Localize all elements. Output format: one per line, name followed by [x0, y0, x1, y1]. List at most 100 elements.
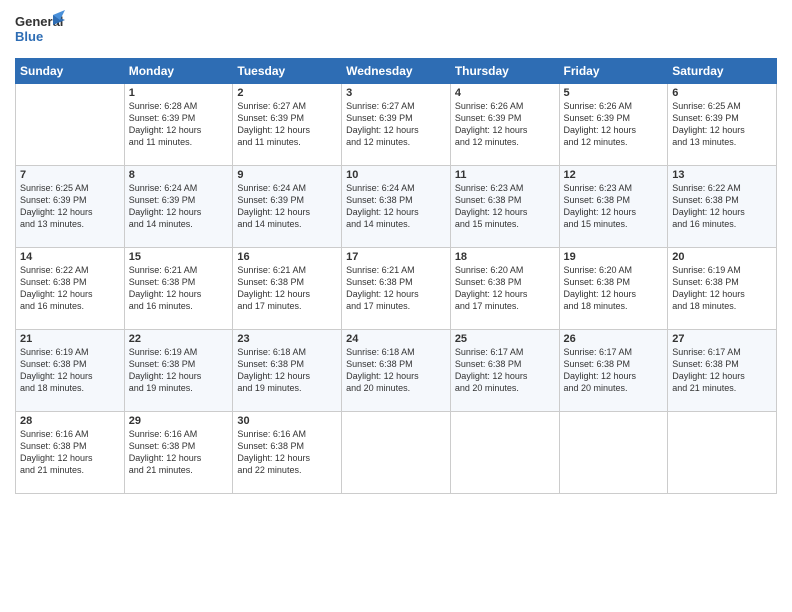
calendar-cell: 29Sunrise: 6:16 AM Sunset: 6:38 PM Dayli… [124, 412, 233, 494]
week-row-1: 1Sunrise: 6:28 AM Sunset: 6:39 PM Daylig… [16, 84, 777, 166]
day-number: 27 [672, 333, 772, 345]
calendar-cell: 18Sunrise: 6:20 AM Sunset: 6:38 PM Dayli… [450, 248, 559, 330]
day-info: Sunrise: 6:24 AM Sunset: 6:39 PM Dayligh… [129, 182, 229, 231]
day-info: Sunrise: 6:19 AM Sunset: 6:38 PM Dayligh… [20, 346, 120, 395]
calendar-cell: 25Sunrise: 6:17 AM Sunset: 6:38 PM Dayli… [450, 330, 559, 412]
day-number: 4 [455, 87, 555, 99]
day-number: 15 [129, 251, 229, 263]
calendar-cell: 3Sunrise: 6:27 AM Sunset: 6:39 PM Daylig… [342, 84, 451, 166]
calendar-cell: 30Sunrise: 6:16 AM Sunset: 6:38 PM Dayli… [233, 412, 342, 494]
day-number: 24 [346, 333, 446, 345]
svg-text:Blue: Blue [15, 29, 43, 44]
calendar-table: SundayMondayTuesdayWednesdayThursdayFrid… [15, 58, 777, 494]
page-header: General Blue [15, 10, 777, 50]
calendar-cell: 9Sunrise: 6:24 AM Sunset: 6:39 PM Daylig… [233, 166, 342, 248]
day-info: Sunrise: 6:26 AM Sunset: 6:39 PM Dayligh… [455, 100, 555, 149]
day-number: 25 [455, 333, 555, 345]
day-info: Sunrise: 6:20 AM Sunset: 6:38 PM Dayligh… [564, 264, 664, 313]
calendar-cell: 13Sunrise: 6:22 AM Sunset: 6:38 PM Dayli… [668, 166, 777, 248]
calendar-cell [450, 412, 559, 494]
header-row: SundayMondayTuesdayWednesdayThursdayFrid… [16, 59, 777, 84]
calendar-cell: 2Sunrise: 6:27 AM Sunset: 6:39 PM Daylig… [233, 84, 342, 166]
day-number: 16 [237, 251, 337, 263]
calendar-cell: 4Sunrise: 6:26 AM Sunset: 6:39 PM Daylig… [450, 84, 559, 166]
calendar-cell [559, 412, 668, 494]
day-header-tuesday: Tuesday [233, 59, 342, 84]
day-number: 13 [672, 169, 772, 181]
calendar-cell: 17Sunrise: 6:21 AM Sunset: 6:38 PM Dayli… [342, 248, 451, 330]
day-number: 1 [129, 87, 229, 99]
day-info: Sunrise: 6:22 AM Sunset: 6:38 PM Dayligh… [672, 182, 772, 231]
day-header-wednesday: Wednesday [342, 59, 451, 84]
day-number: 7 [20, 169, 120, 181]
day-info: Sunrise: 6:16 AM Sunset: 6:38 PM Dayligh… [237, 428, 337, 477]
calendar-cell: 16Sunrise: 6:21 AM Sunset: 6:38 PM Dayli… [233, 248, 342, 330]
day-info: Sunrise: 6:18 AM Sunset: 6:38 PM Dayligh… [237, 346, 337, 395]
day-number: 3 [346, 87, 446, 99]
day-info: Sunrise: 6:20 AM Sunset: 6:38 PM Dayligh… [455, 264, 555, 313]
day-info: Sunrise: 6:22 AM Sunset: 6:38 PM Dayligh… [20, 264, 120, 313]
week-row-4: 21Sunrise: 6:19 AM Sunset: 6:38 PM Dayli… [16, 330, 777, 412]
calendar-cell [16, 84, 125, 166]
day-header-monday: Monday [124, 59, 233, 84]
day-info: Sunrise: 6:18 AM Sunset: 6:38 PM Dayligh… [346, 346, 446, 395]
day-info: Sunrise: 6:23 AM Sunset: 6:38 PM Dayligh… [455, 182, 555, 231]
calendar-cell: 1Sunrise: 6:28 AM Sunset: 6:39 PM Daylig… [124, 84, 233, 166]
day-info: Sunrise: 6:19 AM Sunset: 6:38 PM Dayligh… [672, 264, 772, 313]
calendar-cell: 12Sunrise: 6:23 AM Sunset: 6:38 PM Dayli… [559, 166, 668, 248]
calendar-cell: 11Sunrise: 6:23 AM Sunset: 6:38 PM Dayli… [450, 166, 559, 248]
day-number: 11 [455, 169, 555, 181]
day-info: Sunrise: 6:16 AM Sunset: 6:38 PM Dayligh… [129, 428, 229, 477]
calendar-cell: 20Sunrise: 6:19 AM Sunset: 6:38 PM Dayli… [668, 248, 777, 330]
calendar-cell: 26Sunrise: 6:17 AM Sunset: 6:38 PM Dayli… [559, 330, 668, 412]
day-number: 2 [237, 87, 337, 99]
day-number: 21 [20, 333, 120, 345]
day-number: 12 [564, 169, 664, 181]
calendar-cell: 24Sunrise: 6:18 AM Sunset: 6:38 PM Dayli… [342, 330, 451, 412]
day-info: Sunrise: 6:27 AM Sunset: 6:39 PM Dayligh… [237, 100, 337, 149]
week-row-2: 7Sunrise: 6:25 AM Sunset: 6:39 PM Daylig… [16, 166, 777, 248]
day-info: Sunrise: 6:26 AM Sunset: 6:39 PM Dayligh… [564, 100, 664, 149]
day-info: Sunrise: 6:21 AM Sunset: 6:38 PM Dayligh… [346, 264, 446, 313]
day-info: Sunrise: 6:21 AM Sunset: 6:38 PM Dayligh… [237, 264, 337, 313]
day-number: 18 [455, 251, 555, 263]
calendar-cell: 19Sunrise: 6:20 AM Sunset: 6:38 PM Dayli… [559, 248, 668, 330]
week-row-5: 28 Sunrise: 6:16 AM Sunset: 6:38 PM Dayli… [16, 412, 777, 494]
day-info: Sunrise: 6:28 AM Sunset: 6:39 PM Dayligh… [129, 100, 229, 149]
day-info: Sunrise: 6:21 AM Sunset: 6:38 PM Dayligh… [129, 264, 229, 313]
calendar-cell: 21Sunrise: 6:19 AM Sunset: 6:38 PM Dayli… [16, 330, 125, 412]
day-header-thursday: Thursday [450, 59, 559, 84]
calendar-cell: 8Sunrise: 6:24 AM Sunset: 6:39 PM Daylig… [124, 166, 233, 248]
week-row-3: 14Sunrise: 6:22 AM Sunset: 6:38 PM Dayli… [16, 248, 777, 330]
calendar-cell: 10Sunrise: 6:24 AM Sunset: 6:38 PM Dayli… [342, 166, 451, 248]
calendar-cell: 23Sunrise: 6:18 AM Sunset: 6:38 PM Dayli… [233, 330, 342, 412]
day-number: 5 [564, 87, 664, 99]
day-number: 8 [129, 169, 229, 181]
calendar-cell [342, 412, 451, 494]
day-info: Sunrise: 6:17 AM Sunset: 6:38 PM Dayligh… [672, 346, 772, 395]
day-number: 26 [564, 333, 664, 345]
calendar-cell: 15Sunrise: 6:21 AM Sunset: 6:38 PM Dayli… [124, 248, 233, 330]
day-number: 22 [129, 333, 229, 345]
calendar-cell: 22Sunrise: 6:19 AM Sunset: 6:38 PM Dayli… [124, 330, 233, 412]
day-number: 29 [129, 415, 229, 427]
day-header-friday: Friday [559, 59, 668, 84]
day-number: 17 [346, 251, 446, 263]
page-container: General Blue SundayMondayTuesdayWednesda… [0, 0, 792, 504]
day-number: 19 [564, 251, 664, 263]
calendar-cell: 5Sunrise: 6:26 AM Sunset: 6:39 PM Daylig… [559, 84, 668, 166]
day-number: 20 [672, 251, 772, 263]
day-number: 28 [20, 415, 120, 427]
day-info: Sunrise: 6:25 AM Sunset: 6:39 PM Dayligh… [20, 182, 120, 231]
day-header-sunday: Sunday [16, 59, 125, 84]
calendar-cell: 7Sunrise: 6:25 AM Sunset: 6:39 PM Daylig… [16, 166, 125, 248]
day-info: Sunrise: 6:25 AM Sunset: 6:39 PM Dayligh… [672, 100, 772, 149]
day-number: 30 [237, 415, 337, 427]
day-number: 23 [237, 333, 337, 345]
calendar-cell: 6Sunrise: 6:25 AM Sunset: 6:39 PM Daylig… [668, 84, 777, 166]
logo-bird-icon: General Blue [15, 10, 65, 50]
calendar-cell: 27Sunrise: 6:17 AM Sunset: 6:38 PM Dayli… [668, 330, 777, 412]
day-header-saturday: Saturday [668, 59, 777, 84]
day-info: Sunrise: 6:17 AM Sunset: 6:38 PM Dayligh… [455, 346, 555, 395]
day-number: 10 [346, 169, 446, 181]
